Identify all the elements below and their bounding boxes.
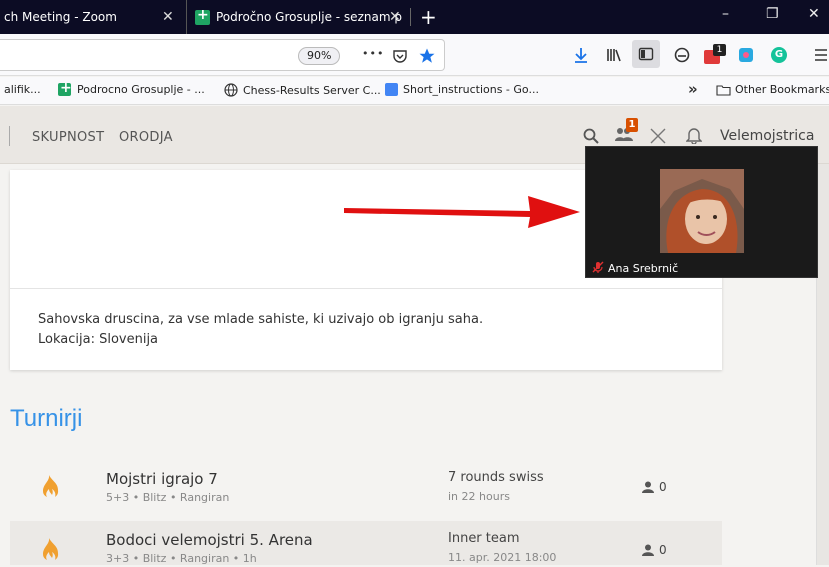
bookmark-item[interactable]: Chess-Results Server C... (224, 83, 381, 97)
extension-button[interactable]: 1 (704, 44, 726, 64)
other-bookmarks-folder[interactable]: Other Bookmarks (716, 83, 829, 96)
grammarly-icon[interactable]: G (771, 47, 787, 63)
username-link[interactable]: Velemojstrica (720, 128, 814, 144)
search-icon[interactable] (583, 128, 599, 144)
account-icon[interactable] (674, 47, 690, 63)
tab-zoom-meeting[interactable]: ch Meeting - Zoom (0, 0, 186, 34)
url-bar[interactable]: 90% ••• (0, 39, 445, 71)
bell-icon[interactable] (686, 126, 702, 144)
participant-name: Ana Srebrnič (608, 262, 679, 275)
browser-tab-bar: ch Meeting - Zoom ✕ Področno Grosuplje -… (0, 0, 829, 34)
menu-item-skupnost[interactable]: SKUPNOST (32, 130, 104, 145)
extension-badge: 1 (713, 44, 726, 56)
muted-mic-icon (592, 261, 604, 273)
navigation-toolbar: 90% ••• 1 G (0, 34, 829, 76)
tab-close-button[interactable]: ✕ (389, 9, 401, 25)
bookmark-item[interactable]: alifik... (4, 83, 41, 96)
tournament-start: in 22 hours (448, 490, 510, 503)
tournament-players: 0 (642, 543, 667, 557)
google-sheets-icon (58, 80, 72, 96)
tournament-meta: 3+3 • Blitz • Rangiran • 1h (106, 552, 257, 565)
bookmark-label: alifik... (4, 83, 41, 96)
flame-icon (42, 475, 59, 497)
bookmark-item[interactable]: Podrocno Grosuplje - ... (58, 80, 205, 96)
swords-icon[interactable] (650, 128, 666, 144)
globe-icon (224, 83, 238, 97)
tournament-name[interactable]: Mojstri igrajo 7 (106, 470, 218, 488)
bookmark-label: Other Bookmarks (735, 83, 829, 96)
page-actions-menu[interactable]: ••• (362, 47, 384, 60)
tournament-meta: 5+3 • Blitz • Rangiran (106, 491, 230, 504)
tournament-start: 11. apr. 2021 18:00 (448, 551, 557, 564)
tab-podrocno-grosuplje[interactable]: Področno Grosuplje - seznam p (186, 0, 410, 34)
new-tab-button[interactable]: + (420, 5, 437, 29)
tab-title: ch Meeting - Zoom (4, 10, 117, 24)
close-window-button[interactable]: ✕ (808, 6, 820, 22)
download-icon[interactable] (573, 47, 589, 63)
restore-button[interactable]: ❐ (766, 6, 779, 22)
red-arrow-annotation (344, 196, 580, 228)
zoom-level-indicator[interactable]: 90% (298, 47, 341, 65)
google-sheets-icon (195, 7, 210, 25)
zoom-video-window[interactable]: Ana Srebrnič (585, 146, 818, 278)
menu-divider (9, 126, 10, 146)
bookmark-label: Short_instructions - Go... (403, 83, 539, 96)
sidebar-button[interactable] (632, 40, 660, 68)
bookmark-item[interactable]: Short_instructions - Go... (385, 83, 539, 96)
bookmark-star-icon[interactable] (418, 47, 436, 65)
card-divider (10, 288, 722, 289)
tournament-row[interactable]: Bodoci velemojstri 5. Arena 3+3 • Blitz … (10, 521, 722, 565)
players-count: 0 (659, 543, 667, 557)
pocket-icon[interactable] (392, 48, 408, 64)
tab-title: Področno Grosuplje - seznam p (216, 10, 402, 24)
tab-separator (410, 8, 411, 26)
user-icon (642, 544, 654, 556)
tournament-players: 0 (642, 480, 667, 494)
google-docs-icon (385, 83, 398, 96)
folder-icon (716, 84, 731, 96)
user-icon (642, 481, 654, 493)
tournament-name[interactable]: Bodoci velemojstri 5. Arena (106, 531, 313, 549)
bookmarks-overflow-button[interactable]: » (688, 80, 698, 98)
tournament-row[interactable]: Mojstri igrajo 7 5+3 • Blitz • Rangiran … (10, 460, 722, 512)
bookmark-label: Chess-Results Server C... (243, 83, 381, 97)
menu-item-orodja[interactable]: ORODJA (119, 130, 173, 145)
flame-icon (42, 538, 59, 560)
bookmark-label: Podrocno Grosuplje - ... (77, 83, 205, 96)
sidebar-icon (638, 47, 654, 61)
friends-button[interactable]: 1 (615, 118, 641, 144)
team-description: Sahovska druscina, za vse mlade sahiste,… (38, 312, 484, 327)
notification-badge: 1 (626, 118, 638, 132)
library-icon[interactable] (606, 47, 622, 63)
tournaments-heading: Turnirji (10, 405, 83, 432)
hamburger-menu-icon[interactable] (814, 48, 828, 62)
bookmarks-toolbar: alifik... Podrocno Grosuplje - ... Chess… (0, 77, 829, 105)
players-count: 0 (659, 480, 667, 494)
tournament-format: 7 rounds swiss (448, 470, 544, 485)
tournament-format: Inner team (448, 531, 520, 546)
tab-close-button[interactable]: ✕ (162, 9, 174, 25)
team-location: Lokacija: Slovenija (38, 332, 159, 347)
extension-icon-blue[interactable] (739, 48, 753, 62)
participant-video (660, 169, 744, 253)
minimize-button[interactable]: – (722, 6, 729, 22)
